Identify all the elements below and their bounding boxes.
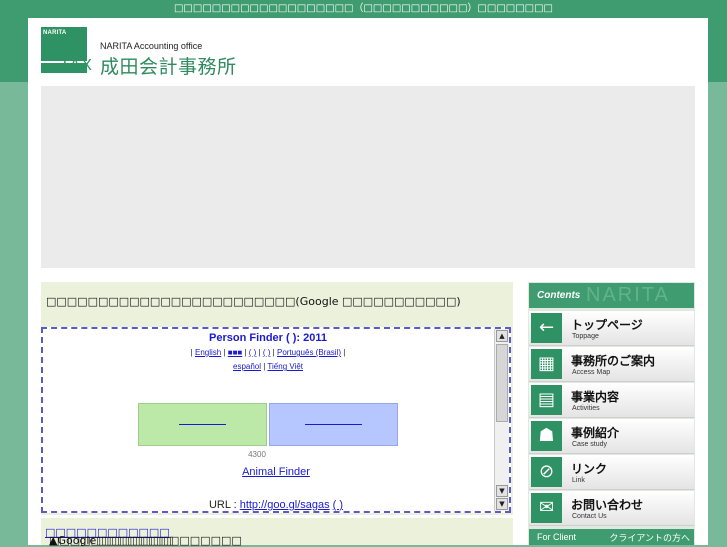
sidebar-heading-label: Contents [537,290,581,301]
page-container: NARITA TAX NARITA Accounting office 成田会計… [28,18,708,547]
sidebar-item-access[interactable]: ▦ 事務所のご案内 Access Map [529,347,694,382]
lang-other-link-3[interactable]: ( ) [263,348,271,357]
footnote-text: ▲Google□□□□□□□□□□□□□□ □□□□□□□□□□□□ □□□□□□□… [45,526,242,547]
sidebar-item-sublabel: Access Map [572,369,611,376]
finder-scrollbar[interactable]: ▲ ▼ ▼ [494,329,509,511]
sidebar-item-label: お問い合わせ [571,498,644,512]
lang-other-link-1[interactable]: ■■■ [228,348,243,357]
mail-icon: ✉ [531,493,562,523]
map-icon: ▦ [531,349,562,379]
brand-name-japanese[interactable]: 成田会計事務所 [100,52,237,79]
record-count: 4300 [248,450,266,459]
client-banner-en: For Client [537,532,577,542]
animal-finder-link[interactable]: Animal Finder [43,466,509,478]
scroll-down-arrow-icon[interactable]: ▼ [496,485,508,497]
sidebar-item-label: 事業内容 [571,390,620,404]
sidebar: NARITA Contents ← トップページ Toppage ▦ 事務所のご… [528,282,695,545]
search-button-green[interactable] [138,403,267,446]
lang-english-link[interactable]: English [195,348,221,357]
client-banner-jp: クライアントの方へ [609,534,690,544]
main-footnote: ▲Google□□□□□□□□□□□□□□ □□□□□□□□□□□□ □□□□□□□… [41,515,513,547]
people-icon: ☗ [531,421,562,451]
sidebar-item-sublabel: Contact Us [572,513,607,520]
hero-banner [41,86,695,268]
arrow-left-icon: ← [531,313,562,343]
link-icon: ⊘ [531,457,562,487]
finder-url-line: URL : http://goo.gl/sagas ( ) [43,499,509,511]
finder-url-link[interactable]: http://goo.gl/sagas [240,499,330,511]
lang-vietnamese-link[interactable]: Tiếng Việt [267,362,303,371]
scrollbar-thumb[interactable] [496,344,508,422]
sidebar-item-label: 事例紹介 [571,426,620,440]
footnote-suffix: □□□□□□□□□□□□ [49,534,174,547]
client-banner[interactable]: For Client クライアントの方へ [529,529,694,545]
sidebar-item-case-study[interactable]: ☗ 事例紹介 Case study [529,419,694,454]
main-title: □□□□□□□□□□□□□□□□□□□□□□□□(Google □□□□□□□□… [46,295,461,308]
brand-name-english: NARITA Accounting office [100,41,203,51]
person-finder-title: Person Finder ( ): 2011 [209,332,327,344]
person-finder-content: Person Finder ( ): 2011 | English | ■■■ … [43,329,493,511]
document-icon: ▤ [531,385,562,415]
scroll-end-arrow-icon[interactable]: ▼ [496,498,508,510]
sidebar-item-activities[interactable]: ▤ 事業内容 Activities [529,383,694,418]
main-content-panel: □□□□□□□□□□□□□□□□□□□□□□□□(Google □□□□□□□□… [41,282,513,545]
lang-espanol-link[interactable]: español [233,362,261,371]
lang-portuguese-link[interactable]: Português (Brasil) [277,348,341,357]
sidebar-item-sublabel: Toppage [572,333,599,340]
sidebar-heading: NARITA Contents [529,283,694,308]
sidebar-heading-watermark: NARITA [586,284,670,306]
person-finder-widget: Person Finder ( ): 2011 | English | ■■■ … [41,327,511,513]
sidebar-item-label: トップページ [571,318,643,332]
url-suffix-link[interactable]: ( ) [333,499,343,511]
url-label: URL : [208,499,240,511]
sidebar-item-label: 事務所のご案内 [571,354,656,368]
sidebar-item-label: リンク [571,462,608,476]
sidebar-item-sublabel: Activities [572,405,600,412]
logo-tax-text: TAX [60,57,93,74]
green-box-link[interactable] [179,423,226,425]
sidebar-item-link[interactable]: ⊘ リンク Link [529,455,694,490]
scroll-up-arrow-icon[interactable]: ▲ [496,330,508,342]
blue-box-link[interactable] [305,423,362,425]
top-note: □□□□□□□□□□□□□□□□□□□（□□□□□□□□□□□）□□□□□□□□ [173,3,554,14]
language-links: | English | ■■■ | ( ) | ( ) | Português … [190,348,346,357]
sidebar-item-toppage[interactable]: ← トップページ Toppage [529,311,694,346]
logo-small-text: NARITA [43,30,67,36]
separator: | [190,348,193,357]
sidebar-item-sublabel: Case study [572,441,608,448]
sidebar-item-contact[interactable]: ✉ お問い合わせ Contact Us [529,491,694,526]
provide-button-blue[interactable] [269,403,398,446]
lang-other-link-2[interactable]: ( ) [249,348,257,357]
language-links-row-2: español | Tiếng Việt [233,362,303,371]
sidebar-item-sublabel: Link [572,477,585,484]
